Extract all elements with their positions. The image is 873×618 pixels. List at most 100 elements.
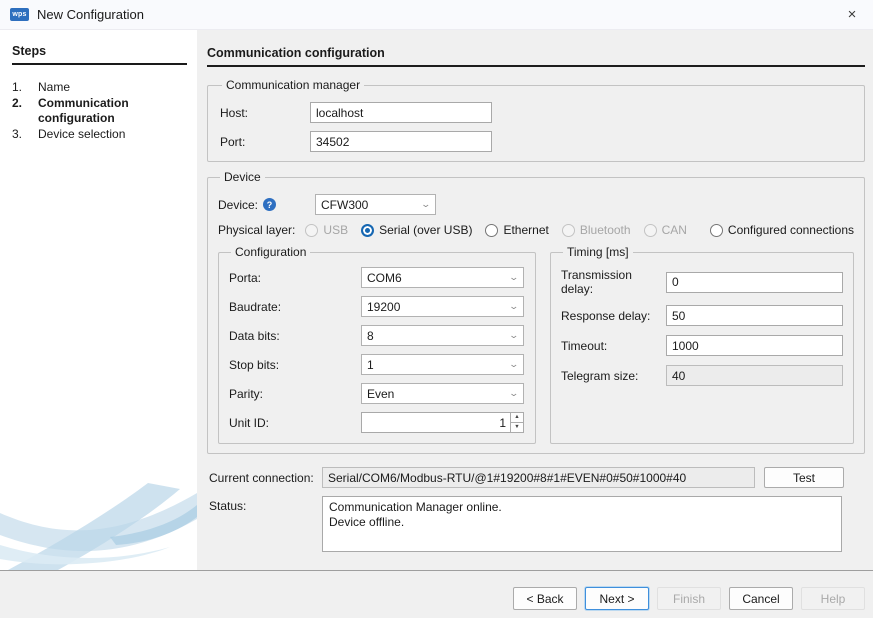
porta-select-value: COM6 bbox=[367, 271, 402, 285]
cancel-button[interactable]: Cancel bbox=[729, 587, 793, 610]
back-button[interactable]: < Back bbox=[513, 587, 577, 610]
steps-sidebar: Steps 1. Name 2. Communication configura… bbox=[0, 30, 197, 570]
transmission-delay-input[interactable] bbox=[666, 272, 843, 293]
transmission-delay-row: Transmission delay: bbox=[561, 268, 843, 296]
status-message: Communication Manager online. Device off… bbox=[322, 496, 842, 552]
stop-bits-select-value: 1 bbox=[367, 358, 374, 372]
parity-label: Parity: bbox=[229, 387, 361, 401]
chevron-down-icon: ⌄ bbox=[509, 302, 520, 311]
chevron-down-icon: ⌄ bbox=[509, 331, 520, 340]
step-device-selection: 3. Device selection bbox=[12, 127, 187, 142]
step-label: Device selection bbox=[38, 127, 187, 142]
help-button: Help bbox=[801, 587, 865, 610]
step-name: 1. Name bbox=[12, 80, 187, 95]
radio-label: Serial (over USB) bbox=[379, 223, 472, 237]
window-title: New Configuration bbox=[37, 7, 144, 22]
unit-id-label: Unit ID: bbox=[229, 416, 361, 430]
radio-label: USB bbox=[323, 223, 348, 237]
swoosh-decoration bbox=[0, 475, 197, 570]
status-row: Status: Communication Manager online. De… bbox=[209, 496, 865, 552]
physical-layer-radios: USB Serial (over USB) Ethernet Blue bbox=[305, 223, 854, 237]
parity-select-value: Even bbox=[367, 387, 394, 401]
radio-icon bbox=[562, 224, 575, 237]
timeout-row: Timeout: bbox=[561, 335, 843, 356]
radio-icon bbox=[644, 224, 657, 237]
timeout-input[interactable] bbox=[666, 335, 843, 356]
steps-heading: Steps bbox=[12, 44, 187, 65]
port-input[interactable] bbox=[310, 131, 492, 152]
status-label: Status: bbox=[209, 496, 322, 513]
device-row: Device: ? CFW300 ⌄ bbox=[218, 194, 854, 215]
chevron-down-icon: ⌄ bbox=[509, 273, 520, 282]
test-button[interactable]: Test bbox=[764, 467, 844, 488]
telegram-size-row: Telegram size: bbox=[561, 365, 843, 386]
step-label: Communication configuration bbox=[38, 96, 187, 126]
radio-serial-over-usb[interactable]: Serial (over USB) bbox=[361, 223, 472, 237]
timing-group: Timing [ms] Transmission delay: Response… bbox=[550, 245, 854, 444]
porta-label: Porta: bbox=[229, 271, 361, 285]
step-label: Name bbox=[38, 80, 187, 95]
data-bits-select-value: 8 bbox=[367, 329, 374, 343]
parity-select[interactable]: Even ⌄ bbox=[361, 383, 524, 404]
telegram-size-input bbox=[666, 365, 843, 386]
host-label: Host: bbox=[220, 106, 310, 120]
help-icon[interactable]: ? bbox=[263, 198, 276, 211]
close-icon[interactable]: × bbox=[841, 4, 863, 26]
timing-legend: Timing [ms] bbox=[563, 245, 633, 259]
step-communication-configuration: 2. Communication configuration bbox=[12, 96, 187, 126]
port-row: Port: bbox=[220, 131, 852, 152]
device-select[interactable]: CFW300 ⌄ bbox=[315, 194, 436, 215]
step-number: 2. bbox=[12, 96, 38, 126]
baudrate-label: Baudrate: bbox=[229, 300, 361, 314]
current-connection-field bbox=[322, 467, 755, 488]
unit-id-input[interactable] bbox=[361, 412, 510, 433]
chevron-down-icon: ⌄ bbox=[509, 389, 520, 398]
host-row: Host: bbox=[220, 102, 852, 123]
radio-label: Configured connections bbox=[728, 223, 854, 237]
radio-label: Ethernet bbox=[503, 223, 548, 237]
porta-select[interactable]: COM6 ⌄ bbox=[361, 267, 524, 288]
radio-usb: USB bbox=[305, 223, 348, 237]
configuration-group: Configuration Porta: COM6 ⌄ Baudrate: 1 bbox=[218, 245, 536, 444]
parity-row: Parity: Even ⌄ bbox=[229, 383, 525, 404]
radio-configured-connections[interactable]: Configured connections bbox=[710, 223, 854, 237]
title-bar: wps New Configuration × bbox=[0, 0, 873, 30]
radio-icon bbox=[710, 224, 723, 237]
stop-bits-select[interactable]: 1 ⌄ bbox=[361, 354, 524, 375]
radio-ethernet[interactable]: Ethernet bbox=[485, 223, 548, 237]
communication-manager-group: Communication manager Host: Port: bbox=[207, 78, 865, 162]
stop-bits-row: Stop bits: 1 ⌄ bbox=[229, 354, 525, 375]
step-number: 3. bbox=[12, 127, 38, 142]
data-bits-select[interactable]: 8 ⌄ bbox=[361, 325, 524, 346]
spinner-up-icon[interactable]: ▲ bbox=[510, 412, 524, 423]
telegram-size-label: Telegram size: bbox=[561, 369, 666, 383]
unit-id-row: Unit ID: ▲ ▼ bbox=[229, 412, 525, 433]
radio-icon bbox=[361, 224, 374, 237]
host-input[interactable] bbox=[310, 102, 492, 123]
device-select-value: CFW300 bbox=[321, 198, 368, 212]
device-label: Device: bbox=[218, 198, 258, 212]
response-delay-input[interactable] bbox=[666, 305, 843, 326]
current-connection-row: Current connection: Test bbox=[209, 467, 865, 488]
step-number: 1. bbox=[12, 80, 38, 95]
communication-manager-legend: Communication manager bbox=[222, 78, 364, 92]
device-legend: Device bbox=[220, 170, 265, 184]
device-group: Device Device: ? CFW300 ⌄ Physical layer… bbox=[207, 170, 865, 454]
response-delay-label: Response delay: bbox=[561, 309, 666, 323]
next-button[interactable]: Next > bbox=[585, 587, 649, 610]
page-title: Communication configuration bbox=[207, 46, 865, 67]
transmission-delay-label: Transmission delay: bbox=[561, 268, 666, 296]
baudrate-select-value: 19200 bbox=[367, 300, 400, 314]
baudrate-select[interactable]: 19200 ⌄ bbox=[361, 296, 524, 317]
spinner-down-icon[interactable]: ▼ bbox=[510, 423, 524, 433]
radio-icon bbox=[485, 224, 498, 237]
data-bits-row: Data bits: 8 ⌄ bbox=[229, 325, 525, 346]
port-label: Port: bbox=[220, 135, 310, 149]
chevron-down-icon: ⌄ bbox=[421, 200, 432, 209]
communication-configuration-panel: Communication configuration Communicatio… bbox=[197, 30, 873, 570]
unit-id-stepper[interactable]: ▲ ▼ bbox=[361, 412, 524, 433]
baudrate-row: Baudrate: 19200 ⌄ bbox=[229, 296, 525, 317]
radio-bluetooth: Bluetooth bbox=[562, 223, 631, 237]
radio-label: Bluetooth bbox=[580, 223, 631, 237]
radio-can: CAN bbox=[644, 223, 687, 237]
